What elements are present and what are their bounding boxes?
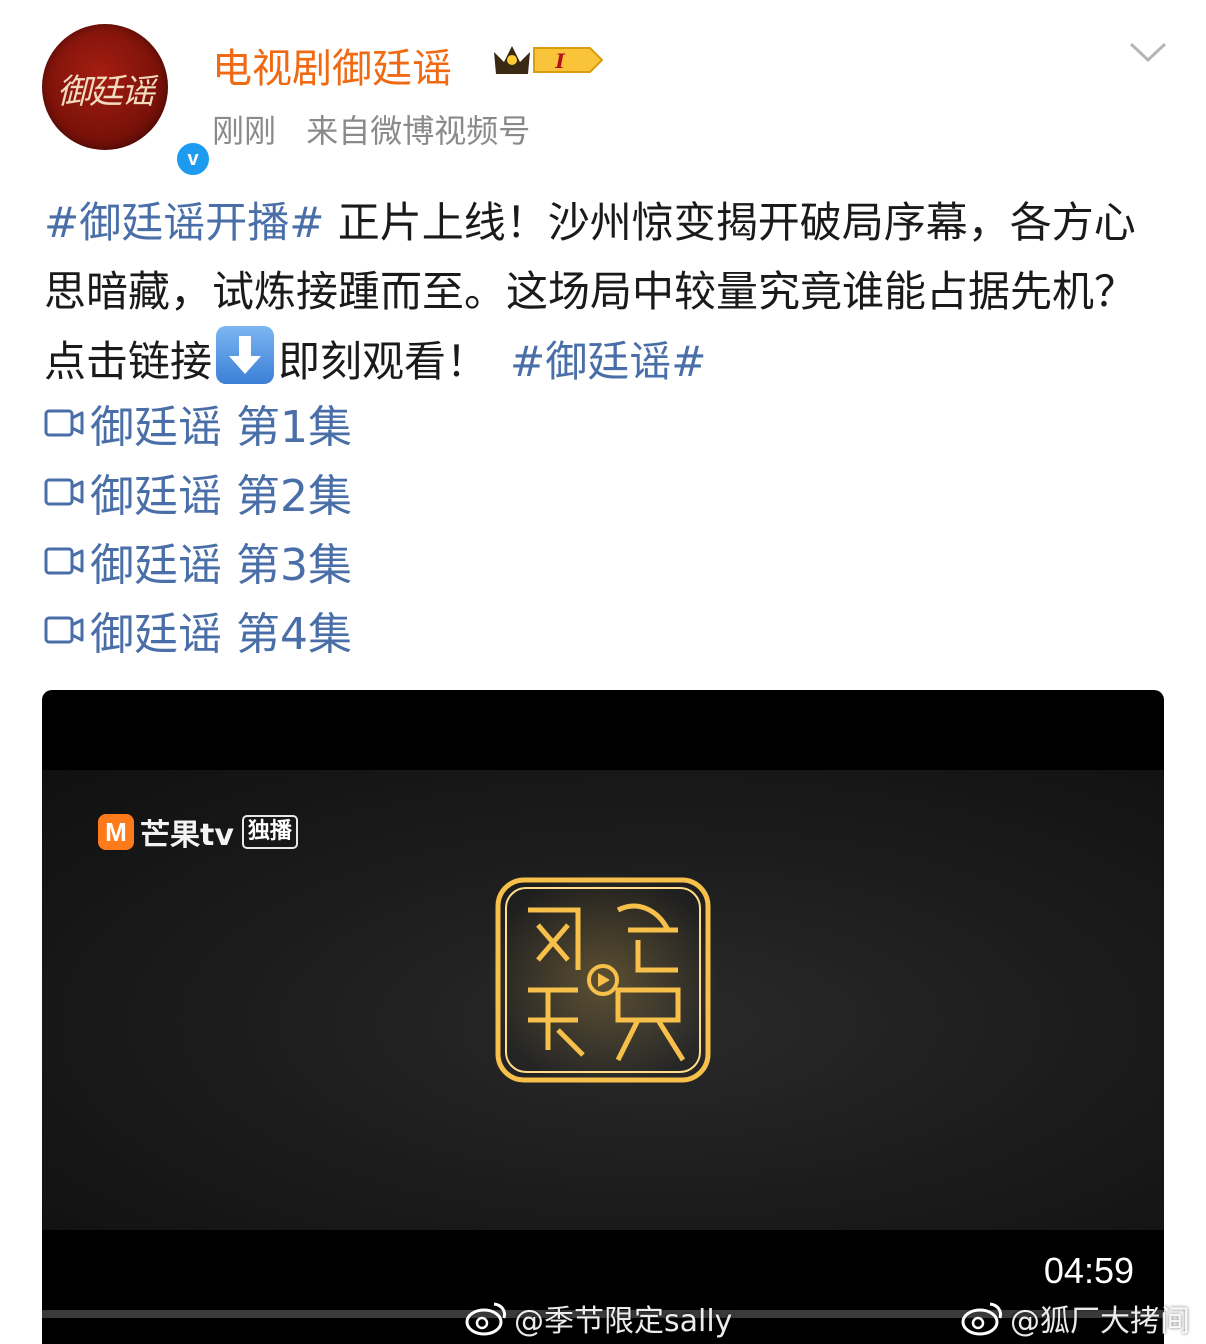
verified-badge-icon: v	[174, 140, 212, 178]
exclusive-badge: 独播	[241, 815, 298, 849]
video-camera-icon	[44, 547, 84, 574]
weibo-logo-icon	[961, 1302, 1002, 1336]
vip-level: I	[554, 49, 565, 73]
episode-link[interactable]: 御廷谣 第2集	[44, 457, 352, 526]
down-arrow-emoji-icon	[216, 326, 275, 384]
episode-label: 御廷谣 第2集	[90, 470, 352, 522]
watermark-text: @季节限定sally	[514, 1304, 733, 1339]
post-meta: 刚刚 来自微博视频号	[212, 106, 550, 152]
post-source[interactable]: 来自微博视频号	[306, 112, 530, 150]
mango-tv-logo: M 芒果tv 独播	[98, 812, 298, 853]
video-player[interactable]: M 芒果tv 独播 04:59	[42, 690, 1164, 1344]
vip-crown-icon[interactable]: I	[490, 40, 606, 80]
episode-label: 御廷谣 第3集	[90, 539, 352, 591]
episode-link[interactable]: 御廷谣 第1集	[44, 388, 352, 457]
episode-label: 御廷谣 第1集	[90, 401, 352, 453]
episode-list: 御廷谣 第1集 御廷谣 第2集 御廷谣 第3集 御廷谣 第4集	[44, 388, 352, 664]
avatar-text: 御廷谣	[57, 72, 155, 112]
video-camera-icon	[44, 478, 84, 505]
chevron-down-icon[interactable]	[1128, 38, 1168, 66]
watermark: @季节限定sally	[464, 1296, 732, 1340]
hashtag-link[interactable]: #御廷谣开播#	[44, 198, 324, 247]
episode-link[interactable]: 御廷谣 第4集	[44, 595, 352, 664]
watermark-text: @狐厂大拷间	[1010, 1304, 1190, 1339]
post-body-cta: 即刻观看！	[278, 337, 489, 386]
network-video-seal-icon	[488, 870, 718, 1090]
watermark: @狐厂大拷间	[960, 1296, 1190, 1340]
video-camera-icon	[44, 616, 84, 643]
brand-text: 芒果tv	[140, 818, 234, 853]
episode-link[interactable]: 御廷谣 第3集	[44, 526, 352, 595]
timestamp: 刚刚	[212, 112, 277, 150]
mango-tv-icon: M	[98, 814, 134, 850]
episode-label: 御廷谣 第4集	[90, 608, 352, 660]
video-duration: 04:59	[1043, 1250, 1134, 1291]
avatar[interactable]: 御廷谣 v	[42, 24, 212, 178]
video-camera-icon	[44, 409, 84, 436]
weibo-logo-icon	[465, 1302, 506, 1336]
user-name[interactable]: 电视剧御廷谣	[212, 36, 452, 94]
video-frame[interactable]: M 芒果tv 独播	[42, 770, 1164, 1230]
hashtag-link-2[interactable]: #御廷谣#	[510, 337, 706, 386]
post-text: #御廷谣开播# 正片上线！沙州惊变揭开破局序幕，各方心思暗藏，试炼接踵而至。这场…	[44, 188, 1169, 396]
